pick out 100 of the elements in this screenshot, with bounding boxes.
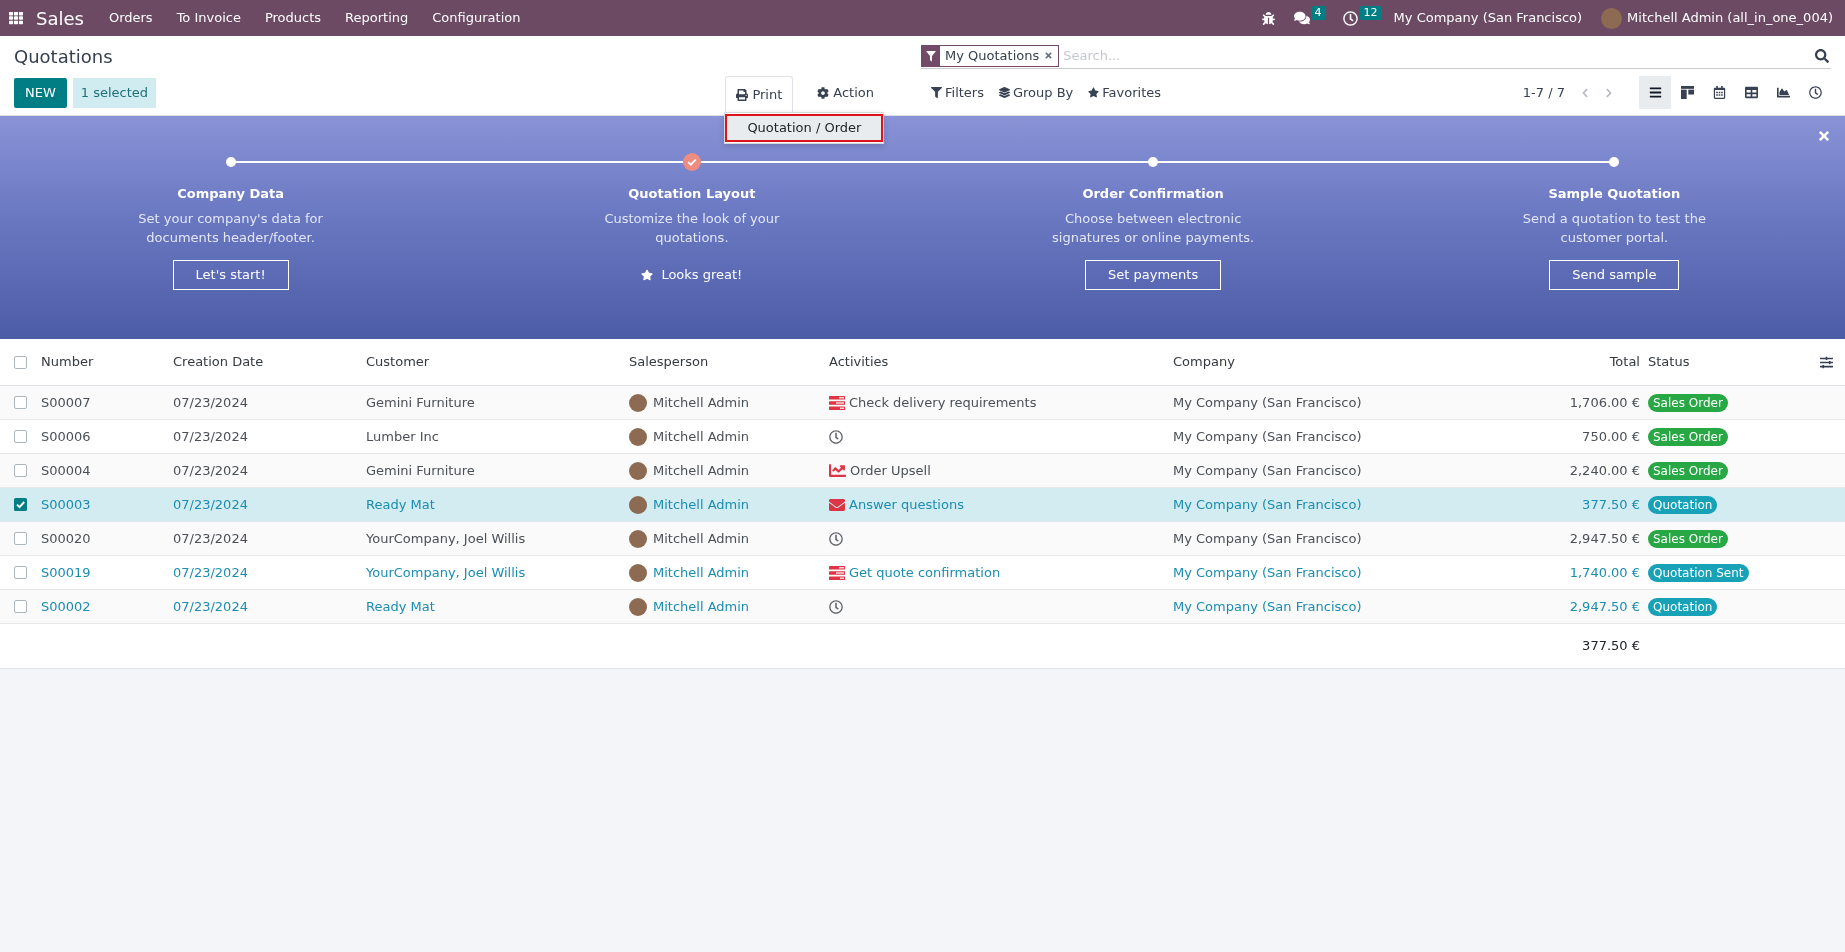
table-cell-text: 07/23/2024 <box>173 529 248 548</box>
table-row[interactable]: S00020 07/23/2024 YourCompany, Joel Willis Mitchell Admin My Company (San Francisco) 2,947.50 € Sales Order <box>0 522 1845 556</box>
row-checkbox[interactable] <box>14 498 27 511</box>
column-header[interactable]: Creation Date <box>173 352 264 372</box>
row-checkbox[interactable] <box>14 396 27 409</box>
menu-item[interactable]: Reporting <box>333 0 421 36</box>
clock-icon[interactable] <box>829 531 843 546</box>
gear-icon <box>817 86 830 99</box>
column-header[interactable]: Customer <box>366 352 430 372</box>
status-badge: Sales Order <box>1648 461 1728 480</box>
pager-value[interactable]: 1-7 / 7 <box>1522 82 1565 103</box>
table-cell-text: My Company (San Francisco) <box>1173 495 1362 514</box>
table-cell-text: 07/23/2024 <box>173 461 248 480</box>
column-header[interactable]: Total <box>1609 352 1640 372</box>
funnel-icon <box>931 87 942 98</box>
print-button[interactable]: Print <box>725 76 794 112</box>
search-panel-button[interactable]: Filters <box>931 82 984 103</box>
table-cell-text: Gemini Furniture <box>366 461 475 480</box>
table-cell-text: 07/23/2024 <box>173 563 248 582</box>
star-icon <box>641 269 654 281</box>
chevron-left-icon <box>1580 87 1590 98</box>
salesperson-name: Mitchell Admin <box>653 529 750 548</box>
table-cell-text: 07/23/2024 <box>173 597 248 616</box>
table-cell-text: 750.00 € <box>1582 427 1640 446</box>
table-cell-text: My Company (San Francisco) <box>1173 563 1362 582</box>
activity-summary: Order Upsell <box>850 461 931 480</box>
menu-item[interactable]: Orders <box>96 0 165 36</box>
action-button[interactable]: Action <box>807 77 884 108</box>
facet-label: My Quotations <box>944 46 1041 65</box>
row-checkbox[interactable] <box>14 464 27 477</box>
close-icon[interactable] <box>1044 51 1054 60</box>
column-header[interactable]: Salesperson <box>629 352 709 372</box>
user-menu[interactable]: Mitchell Admin (all_in_one_004) <box>1601 0 1833 36</box>
table-cell-text: 2,947.50 € <box>1569 529 1640 548</box>
menu-item[interactable]: To Invoice <box>164 0 253 36</box>
step-title: Quotation Layout <box>628 185 756 203</box>
selection-counter[interactable]: 1 selected <box>72 77 157 108</box>
sliders-icon[interactable] <box>1820 355 1833 369</box>
list-view-button[interactable] <box>1639 76 1671 109</box>
step-description: Customize the look of your quotations. <box>604 210 780 247</box>
layers-icon <box>998 87 1010 98</box>
new-button[interactable]: NEW <box>14 77 67 108</box>
row-checkbox[interactable] <box>14 600 27 613</box>
menu-item[interactable]: Configuration <box>420 0 533 36</box>
table-cell-text: Lumber Inc <box>366 427 439 446</box>
table-cell-text: 1,740.00 € <box>1569 563 1640 582</box>
table-cell-text: 07/23/2024 <box>173 427 248 446</box>
table-grid-icon <box>1744 86 1758 99</box>
clock-icon[interactable] <box>829 429 843 444</box>
total-sum: 377.50 € <box>1582 637 1640 656</box>
column-header[interactable]: Company <box>1173 352 1235 372</box>
table-cell-text: 377.50 € <box>1582 495 1640 514</box>
menu-item[interactable]: Products <box>252 0 334 36</box>
step-button[interactable]: Send sample <box>1549 260 1680 290</box>
select-all-checkbox[interactable] <box>14 355 27 369</box>
close-icon[interactable] <box>1817 129 1831 143</box>
column-header[interactable]: Number <box>41 352 94 372</box>
chevron-right-icon <box>1604 87 1614 98</box>
table-cell-text: S00003 <box>41 495 91 514</box>
table-row[interactable]: S00002 07/23/2024 Ready Mat Mitchell Admin My Company (San Francisco) 2,947.50 € Quotation <box>0 590 1845 624</box>
avatar-icon <box>629 597 647 616</box>
table-cell-text: My Company (San Francisco) <box>1173 427 1362 446</box>
table-cell-text: My Company (San Francisco) <box>1173 597 1362 616</box>
table-cell-text: YourCompany, Joel Willis <box>366 563 526 582</box>
row-checkbox[interactable] <box>14 430 27 443</box>
table-cell-text: S00019 <box>41 563 91 582</box>
table-cell-text: 2,947.50 € <box>1569 597 1640 616</box>
salesperson-name: Mitchell Admin <box>653 563 750 582</box>
app-name[interactable]: Sales <box>36 4 84 32</box>
search-input[interactable]: Search... <box>1063 43 1815 68</box>
column-header[interactable]: Status <box>1648 352 1690 372</box>
company-switcher[interactable]: My Company (San Francisco) <box>1393 0 1583 36</box>
row-checkbox[interactable] <box>14 566 27 579</box>
salesperson-name: Mitchell Admin <box>653 495 750 514</box>
search-panel-button[interactable]: Favorites <box>1088 82 1162 103</box>
envelope-icon[interactable] <box>829 496 845 513</box>
step-button[interactable]: Let's start! <box>172 260 289 290</box>
column-header[interactable]: Activities <box>829 352 889 372</box>
table-cell-text: S00004 <box>41 461 91 480</box>
avatar-icon <box>629 461 647 480</box>
kanban-icon <box>1680 86 1694 99</box>
page-title: Quotations <box>14 44 113 69</box>
table-row[interactable]: S00004 07/23/2024 Gemini Furniture Mitchell Admin Order Upsell My Company (San Francisco) 2,240.00 € Sales Order <box>0 454 1845 488</box>
step-button[interactable]: Set payments <box>1085 260 1222 290</box>
striped-bars-icon[interactable] <box>829 565 845 580</box>
table-cell-text: My Company (San Francisco) <box>1173 461 1362 480</box>
dropdown-item[interactable]: Quotation / Order <box>725 114 884 142</box>
clock-icon[interactable] <box>829 599 843 614</box>
grid-icon <box>9 11 23 25</box>
table-cell-text: S00020 <box>41 529 91 548</box>
table-row[interactable]: S00007 07/23/2024 Gemini Furniture Mitchell Admin Check delivery requirements My Company (San Francisco) 1,706.00 € Sales Order <box>0 386 1845 420</box>
row-checkbox[interactable] <box>14 532 27 545</box>
striped-bars-icon[interactable] <box>829 395 845 410</box>
search-icon[interactable] <box>1815 48 1829 63</box>
table-cell-text: 2,240.00 € <box>1569 461 1640 480</box>
step-description: Choose between electronic signatures or online payments. <box>1052 210 1255 247</box>
step-title: Company Data <box>177 185 285 203</box>
table-cell-text: 1,706.00 € <box>1569 393 1640 412</box>
line-chart-icon[interactable] <box>829 462 846 479</box>
search-panel-button[interactable]: Group By <box>998 82 1074 103</box>
